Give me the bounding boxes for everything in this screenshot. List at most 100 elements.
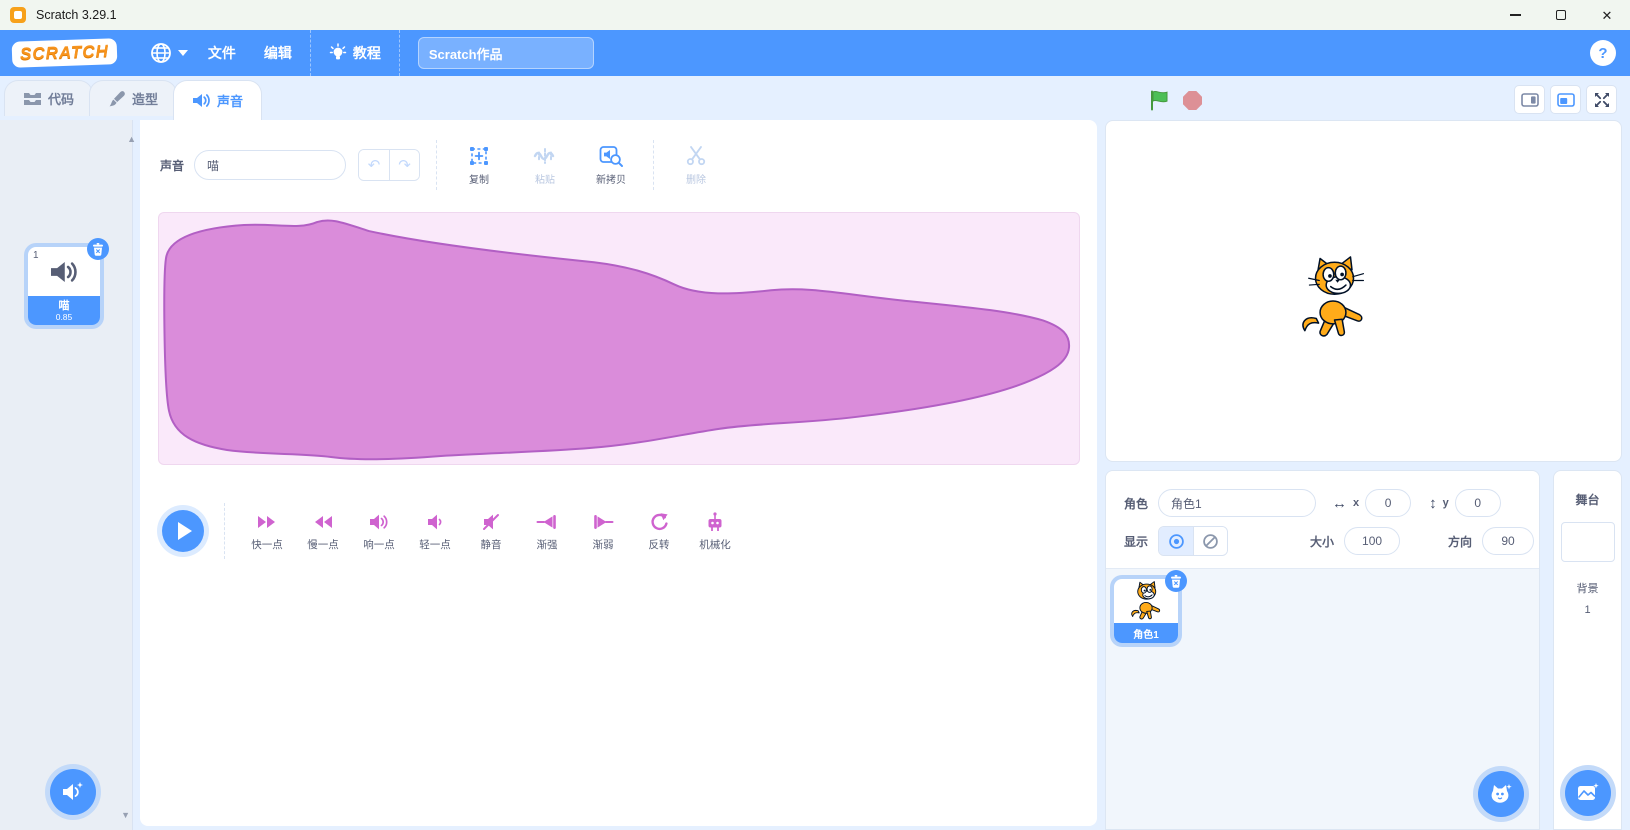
menu-file[interactable]: 文件 [194, 31, 250, 75]
effect-softer[interactable]: 轻一点 [407, 511, 463, 552]
mute-icon [480, 511, 502, 533]
scratch-cat-sprite[interactable] [1295, 255, 1371, 341]
trash-icon [1170, 575, 1182, 588]
undo-icon: ↶ [368, 156, 381, 174]
sprite-y-input[interactable] [1455, 489, 1501, 517]
sound-duration: 0.85 [56, 312, 73, 322]
y-position-icon: ↕ [1429, 495, 1437, 512]
effect-faster[interactable]: 快一点 [239, 511, 295, 552]
stage[interactable] [1105, 120, 1622, 462]
tab-code[interactable]: 代码 [4, 80, 93, 116]
minimize-icon [1510, 14, 1521, 15]
effect-label: 渐强 [537, 537, 558, 552]
sprite-pane: 角色 ↔ x ↕ y 显示 [1105, 470, 1540, 830]
scroll-down-arrow[interactable]: ▼ [121, 810, 130, 820]
sprite-item[interactable]: 角色1 [1114, 579, 1178, 643]
effect-label: 轻一点 [419, 537, 451, 552]
effect-fade-out[interactable]: 渐弱 [575, 511, 631, 552]
add-backdrop-button[interactable] [1565, 770, 1611, 816]
redo-button[interactable]: ↷ [389, 150, 419, 180]
green-flag-button[interactable] [1148, 89, 1171, 112]
scratch-logo[interactable]: SCRATCH [12, 38, 118, 68]
add-sprite-button[interactable] [1478, 771, 1524, 817]
paste-button[interactable]: 粘贴 [519, 144, 571, 186]
minimize-button[interactable] [1492, 0, 1538, 30]
delete-button[interactable]: 删除 [670, 144, 722, 186]
add-backdrop-icon [1576, 782, 1600, 804]
tab-bar: 代码 造型 声音 [0, 76, 1630, 120]
sprite-item-name: 角色1 [1114, 623, 1178, 643]
sound-item-meow[interactable]: 1 喵 0.85 [28, 247, 100, 325]
copy-to-new-button[interactable]: 新拷贝 [585, 144, 637, 186]
undo-button[interactable]: ↶ [359, 150, 389, 180]
softer-icon [424, 511, 446, 533]
copy-selection-icon [467, 144, 491, 168]
waveform-canvas[interactable] [158, 212, 1080, 465]
fullscreen-icon [1594, 92, 1610, 108]
backdrop-thumbnail[interactable] [1561, 522, 1615, 562]
stage-pane-title: 舞台 [1554, 491, 1621, 508]
maximize-button[interactable] [1538, 0, 1584, 30]
effect-mute[interactable]: 静音 [463, 511, 519, 552]
redo-icon: ↷ [398, 156, 411, 174]
copy-label: 复制 [469, 171, 489, 186]
close-button[interactable]: ✕ [1584, 0, 1630, 30]
delete-sprite-button[interactable] [1165, 570, 1187, 592]
fade-out-icon [592, 511, 614, 533]
tab-sounds[interactable]: 声音 [173, 80, 262, 120]
sprite-thumbnail-cat [1128, 581, 1164, 621]
add-sound-button[interactable] [50, 769, 96, 815]
scratch-app-window: Scratch 3.29.1 ✕ SCRATCH 文件 编辑 [0, 0, 1630, 830]
fade-in-icon [536, 511, 558, 533]
titlebar: Scratch 3.29.1 ✕ [0, 0, 1630, 30]
help-button[interactable]: ? [1590, 40, 1616, 66]
play-sound-button[interactable] [162, 510, 204, 552]
effect-label: 反转 [649, 537, 670, 552]
sprite-name-input[interactable] [1158, 489, 1316, 517]
show-sprite-button[interactable] [1159, 527, 1193, 555]
project-name-input[interactable] [418, 37, 594, 69]
copy-button[interactable]: 复制 [453, 144, 505, 186]
effect-robot[interactable]: 机械化 [687, 511, 743, 552]
eye-visible-icon [1168, 533, 1185, 550]
stop-button[interactable] [1183, 91, 1202, 110]
large-stage-icon [1557, 93, 1575, 107]
scroll-up-arrow[interactable]: ▲ [127, 134, 136, 144]
effect-slower[interactable]: 慢一点 [295, 511, 351, 552]
add-sprite-icon [1489, 783, 1513, 805]
stage-pane[interactable]: 舞台 背景 1 [1553, 470, 1622, 830]
louder-icon [368, 511, 390, 533]
sprite-size-input[interactable] [1344, 527, 1400, 555]
close-icon: ✕ [1602, 9, 1613, 22]
sprite-direction-input[interactable] [1482, 527, 1534, 555]
sound-name-input[interactable] [194, 150, 346, 180]
size-label: 大小 [1310, 533, 1334, 550]
trash-icon [92, 243, 104, 256]
effect-fade-in[interactable]: 渐强 [519, 511, 575, 552]
sound-thumbnail-speaker-icon [49, 259, 79, 285]
globe-icon [149, 41, 173, 65]
tab-costumes[interactable]: 造型 [89, 80, 177, 116]
chevron-down-icon [178, 50, 188, 56]
direction-label: 方向 [1448, 533, 1472, 550]
menu-edit[interactable]: 编辑 [250, 31, 306, 75]
sound-editor-panel: 声音 ↶ ↷ 复制 粘贴 [140, 120, 1097, 826]
toolbar-divider [436, 140, 437, 190]
slower-icon [312, 511, 334, 533]
fullscreen-button[interactable] [1586, 85, 1617, 114]
small-stage-button[interactable] [1514, 85, 1545, 114]
delete-sound-button[interactable] [87, 238, 109, 260]
hide-sprite-button[interactable] [1193, 527, 1227, 555]
backdrop-count: 1 [1554, 604, 1621, 616]
sprite-x-input[interactable] [1365, 489, 1411, 517]
delete-label: 删除 [686, 171, 706, 186]
code-blocks-icon [23, 91, 42, 107]
menu-tutorials[interactable]: 教程 [315, 30, 395, 76]
y-label: y [1443, 497, 1449, 509]
large-stage-button[interactable] [1550, 85, 1581, 114]
language-menu[interactable] [143, 37, 194, 69]
effect-reverse[interactable]: 反转 [631, 511, 687, 552]
effect-louder[interactable]: 响一点 [351, 511, 407, 552]
waveform-shape [159, 213, 1079, 464]
lightbulb-icon [329, 43, 347, 63]
